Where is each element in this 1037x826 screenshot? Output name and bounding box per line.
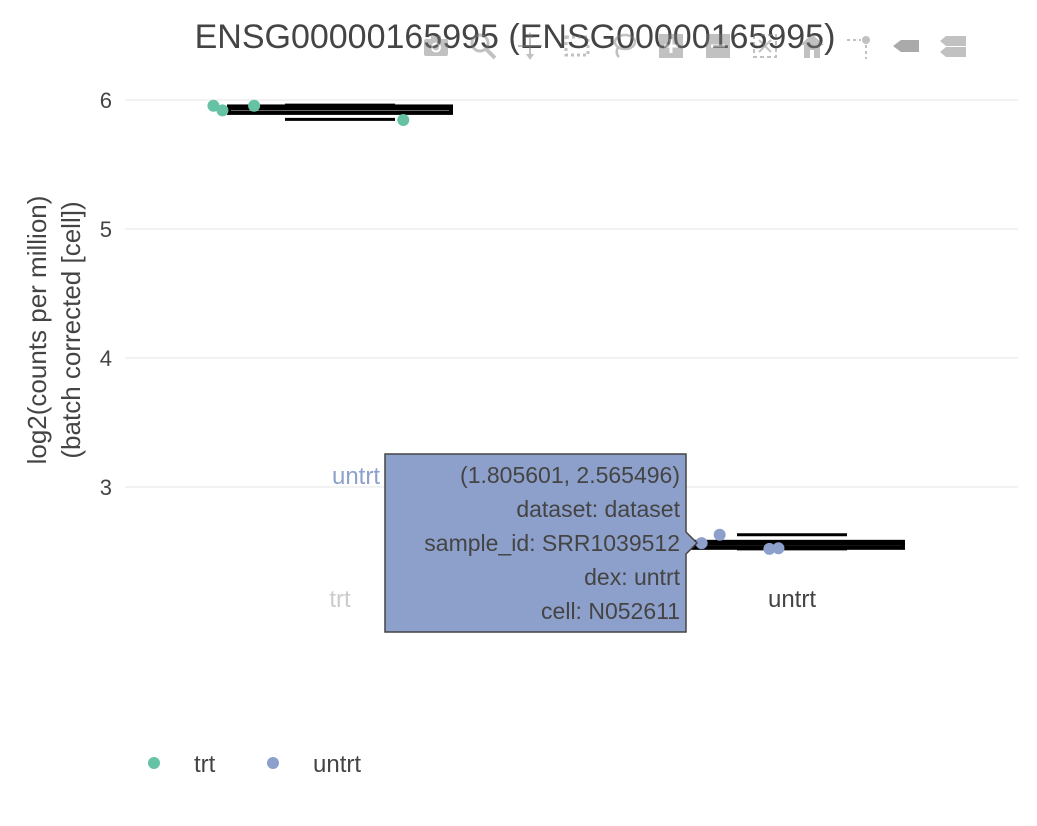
modebar (412, 22, 976, 70)
legend-marker-trt (148, 757, 160, 769)
y-axis-title: log2(counts per million) (batch correcte… (22, 196, 86, 465)
autoscale-icon[interactable] (741, 22, 788, 70)
zoom-in-icon[interactable] (647, 22, 694, 70)
y-axis-title-line2: (batch corrected [cell]) (56, 201, 86, 458)
hover-line-dataset: dataset: dataset (516, 496, 680, 522)
y-tick-3: 3 (100, 475, 112, 500)
hover-compare-icon[interactable] (929, 22, 976, 70)
x-category-label-trt-faint: trt (329, 586, 351, 613)
point-trt-2 (248, 99, 261, 112)
legend-label-trt: trt (194, 751, 216, 778)
legend-item-trt[interactable]: trt (148, 751, 216, 778)
point-untrt-1 (713, 528, 726, 541)
camera-icon[interactable] (412, 22, 459, 70)
legend-label-untrt: untrt (313, 751, 361, 778)
hover-line-sample: sample_id: SRR1039512 (424, 530, 680, 556)
y-tick-5: 5 (100, 217, 112, 242)
hover-line-dex: dex: untrt (584, 564, 680, 590)
box-trt (227, 103, 453, 121)
box-plot: 3456 ENSG00000165995 (ENSG00000165995) l… (22, 18, 1018, 778)
reset-axes-icon[interactable] (788, 22, 835, 70)
x-category-label-untrt: untrt (768, 586, 816, 613)
y-axis-title-line1: log2(counts per million) (22, 196, 52, 465)
point-untrt-3 (772, 542, 785, 555)
box-select-icon[interactable] (553, 22, 600, 70)
zoom-icon[interactable] (459, 22, 506, 70)
hover-line-coords: (1.805601, 2.565496) (460, 462, 680, 488)
legend: trt untrt (148, 751, 361, 778)
spike-lines-icon[interactable] (835, 22, 882, 70)
hover-closest-icon[interactable] (882, 22, 929, 70)
hover-tooltip: (1.805601, 2.565496) dataset: dataset sa… (384, 453, 699, 633)
y-tick-6: 6 (100, 88, 112, 113)
pan-icon[interactable] (506, 22, 553, 70)
point-trt-1 (216, 104, 229, 117)
y-tick-labels: 3 4 5 6 (100, 88, 112, 500)
legend-item-untrt[interactable]: untrt (267, 751, 361, 778)
point-trt-3 (397, 113, 410, 126)
legend-marker-untrt (267, 757, 279, 769)
grid-lines (125, 99, 1018, 488)
x-category-label-untrt-faint: untrt (332, 463, 380, 490)
zoom-out-icon[interactable] (694, 22, 741, 70)
lasso-icon[interactable] (600, 22, 647, 70)
hover-line-cell: cell: N052611 (541, 598, 680, 624)
y-tick-4: 4 (100, 346, 112, 371)
